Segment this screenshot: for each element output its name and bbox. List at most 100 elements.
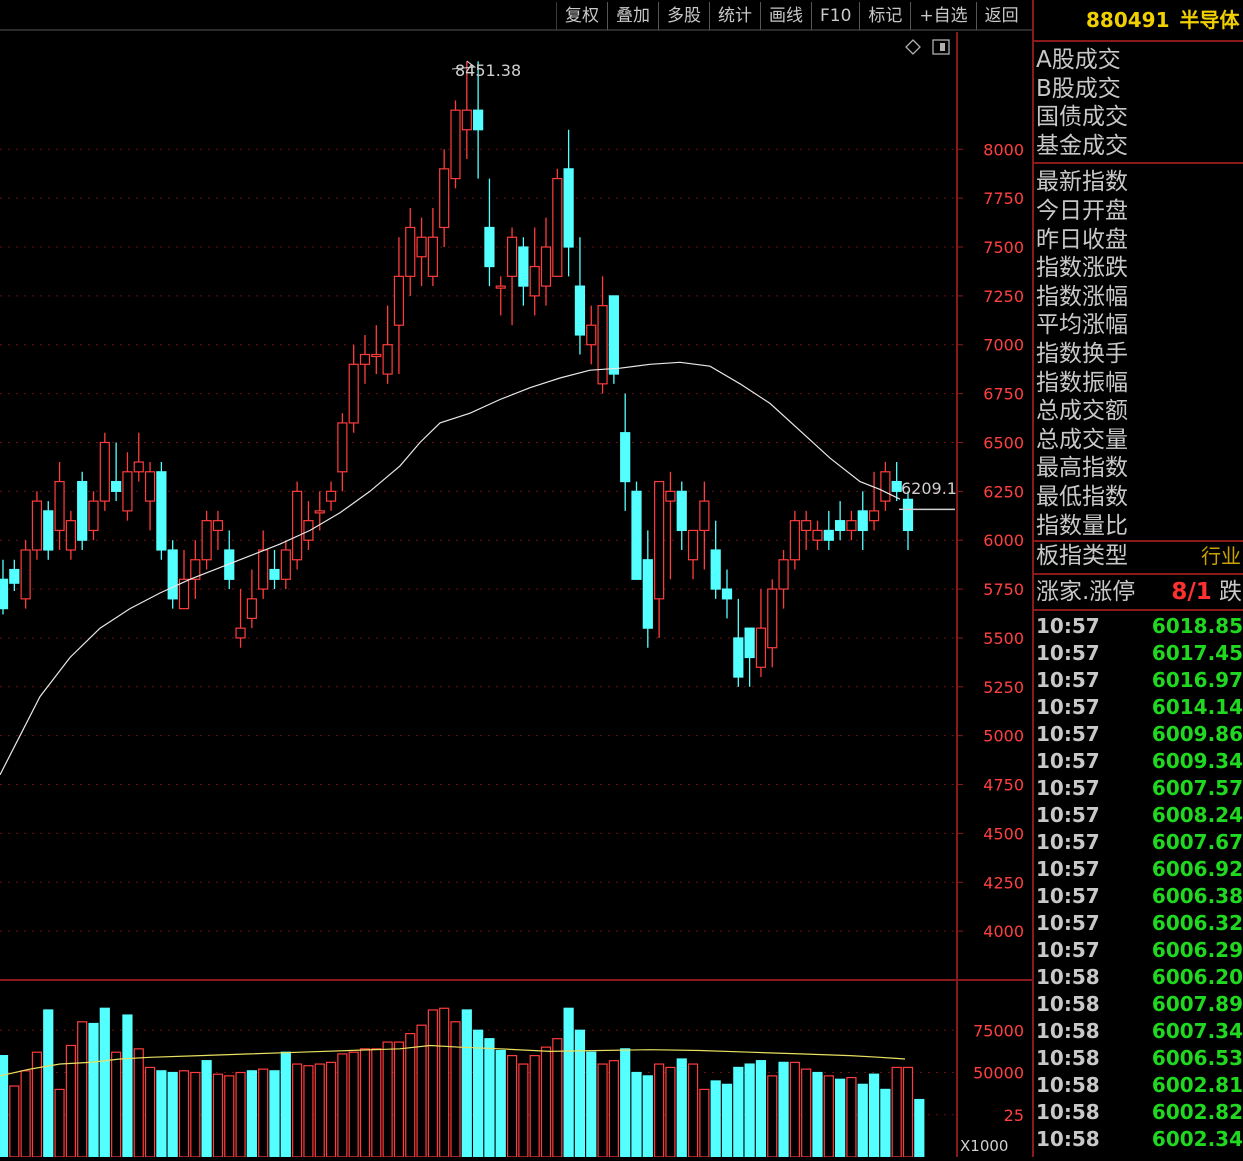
kline-chart-area[interactable]: 4000 4250 4500 4750 5000 5250 5500 5750 6000 6250… — [0, 0, 1032, 1158]
tick-row-3: 10:57 6014.14 — [1036, 694, 1243, 719]
y-tick-label-3: 4750 — [983, 776, 1024, 795]
volume-bar-35 — [393, 1041, 405, 1158]
volume-bar-68 — [767, 1075, 778, 1158]
candle-body-59 — [665, 490, 676, 502]
volume-bar-12 — [133, 1048, 144, 1158]
toolbar-button-6[interactable]: 标记 — [859, 2, 910, 30]
tick-row-19: 10:58 6002.34 — [1036, 1126, 1243, 1151]
candle-body-35 — [393, 275, 405, 326]
y-tick-label-4: 5000 — [983, 727, 1024, 746]
volume-bar-23 — [258, 1068, 269, 1158]
toolbar-button-8[interactable]: 返回 — [975, 2, 1027, 30]
candle-79 — [891, 462, 902, 502]
candle-49 — [552, 168, 563, 277]
tick-row-14: 10:58 6007.89 — [1036, 991, 1243, 1016]
index-title: 880491 半导体 — [1034, 0, 1243, 42]
candle-58 — [654, 480, 665, 638]
candle-35 — [393, 237, 405, 375]
toolbar-button-2[interactable]: 多股 — [658, 2, 709, 30]
volume-bar-76 — [857, 1083, 868, 1158]
volume-bar-56 — [631, 1071, 642, 1158]
volume-bar-0 — [0, 1054, 9, 1158]
volume-bar-57 — [642, 1075, 653, 1158]
candle-body-40 — [450, 109, 461, 180]
candle-body-74 — [835, 520, 846, 532]
candle-body-48 — [540, 246, 552, 287]
volume-bar-45 — [506, 1054, 518, 1158]
volume-bar-58 — [654, 1063, 665, 1158]
toolbar-button-4[interactable]: 画线 — [760, 2, 811, 30]
candle-57 — [642, 530, 653, 648]
volume-bar-33 — [371, 1048, 382, 1158]
volume-bar-10 — [111, 1051, 122, 1158]
volume-bar-28 — [314, 1063, 325, 1158]
candle-69 — [778, 549, 789, 609]
candle-body-77 — [868, 510, 880, 522]
candle-body-9 — [99, 441, 110, 502]
candle-61 — [687, 529, 699, 580]
tick-row-18: 10:58 6002.82 — [1036, 1099, 1243, 1124]
y-tick-label-12: 7000 — [983, 336, 1024, 355]
tick-row-6: 10:57 6007.57 — [1036, 775, 1243, 800]
volume-bar-5 — [54, 1088, 65, 1158]
candle-73 — [823, 510, 834, 550]
candle-body-26 — [292, 490, 303, 561]
toolbar-button-0[interactable]: 复权 — [556, 2, 607, 30]
candle-7 — [77, 471, 88, 550]
candle-body-29 — [325, 490, 337, 502]
price-axis: 4000 4250 4500 4750 5000 5250 5500 5750 6000 6250… — [957, 140, 1024, 941]
tick-row-15: 10:58 6007.34 — [1036, 1018, 1243, 1043]
volume-bar-39 — [439, 1007, 450, 1158]
candle-body-30 — [337, 422, 348, 473]
stat-row-2: 昨日收盘 — [1036, 226, 1128, 253]
candle-3 — [31, 491, 43, 560]
candle-47 — [529, 227, 540, 316]
up-limit-label: 涨家.涨停 — [1036, 578, 1136, 605]
up-limit-row: 涨家.涨停 8/1 跌家 — [1034, 575, 1243, 611]
toolbar-button-3[interactable]: 统计 — [709, 2, 760, 30]
volume-bar-36 — [405, 1033, 416, 1158]
tick-row-10: 10:57 6006.38 — [1036, 883, 1243, 908]
tick-row-8: 10:57 6007.67 — [1036, 829, 1243, 854]
candle-body-3 — [31, 500, 43, 551]
diamond-icon[interactable] — [905, 39, 921, 55]
candle-6 — [65, 510, 76, 560]
candle-19 — [212, 510, 224, 550]
candle-12 — [133, 432, 144, 482]
candle-body-56 — [631, 490, 642, 580]
candle-29 — [325, 481, 337, 511]
last-price-label: 6209.1 — [901, 479, 957, 498]
volume-bar-31 — [348, 1051, 359, 1158]
stat-row-9: 总成交量 — [1036, 426, 1128, 453]
toolbar-button-7[interactable]: +自选 — [910, 2, 975, 30]
candle-5 — [54, 462, 65, 550]
volume-bar-81 — [914, 1098, 925, 1158]
tick-row-13: 10:58 6006.20 — [1036, 964, 1243, 989]
chart-tool-icons[interactable] — [905, 39, 950, 55]
volume-bar-43 — [484, 1038, 495, 1158]
candle-body-61 — [687, 529, 699, 561]
volume-bar-59 — [665, 1066, 676, 1158]
volume-bar-4 — [43, 1009, 54, 1158]
toolbar-button-1[interactable]: 叠加 — [607, 2, 658, 30]
toolbar-button-5[interactable]: F10 — [811, 2, 859, 30]
tick-row-4: 10:57 6009.86 — [1036, 721, 1243, 746]
candle-14 — [156, 462, 167, 560]
candle-74 — [835, 501, 846, 541]
turnover-row-1: B股成交 — [1036, 75, 1121, 102]
candle-10 — [111, 442, 122, 502]
kline-chart[interactable]: 4000 4250 4500 4750 5000 5250 5500 5750 6000 6250… — [0, 0, 1032, 1158]
volume-bar-6 — [65, 1044, 76, 1158]
volume-bar-2 — [20, 1070, 31, 1158]
down-label: 跌家 — [1219, 578, 1243, 605]
candle-63 — [710, 520, 721, 599]
candle-body-32 — [359, 353, 371, 365]
candle-20 — [224, 530, 235, 590]
candle-1 — [9, 559, 20, 592]
volume-bar-26 — [292, 1063, 303, 1158]
index-stats-list: 最新指数 今日开盘 昨日收盘 指数涨跌 指数涨幅 平均涨幅 指数换手 指数振幅 总成交额 总成交量… — [1034, 164, 1243, 575]
candle-body-13 — [144, 471, 156, 502]
candle-78 — [880, 462, 891, 511]
tick-list[interactable]: 10:57 6018.85 10:57 6017.45 10:57 6016.97 10:5… — [1034, 611, 1243, 1153]
candle-body-39 — [439, 168, 450, 229]
